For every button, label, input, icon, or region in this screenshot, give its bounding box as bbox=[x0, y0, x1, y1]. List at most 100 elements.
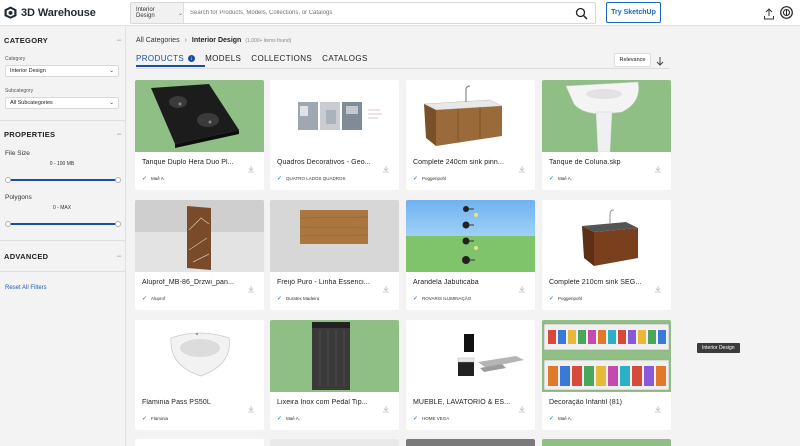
polygons-slider[interactable] bbox=[5, 221, 121, 227]
product-thumbnail[interactable] bbox=[135, 320, 264, 392]
product-thumbnail[interactable] bbox=[406, 80, 535, 152]
reset-filters-link[interactable]: Reset All Filters bbox=[5, 285, 47, 291]
product-card[interactable]: MUEBLE, LAVATORIO & ES... ✓ HOME VEGA bbox=[406, 320, 535, 430]
product-author[interactable]: ✓ Maê A. bbox=[549, 415, 572, 422]
product-thumbnail[interactable] bbox=[135, 200, 264, 272]
slider-max-handle[interactable] bbox=[115, 221, 121, 227]
download-icon[interactable] bbox=[654, 280, 662, 293]
product-thumbnail[interactable] bbox=[270, 80, 399, 152]
product-card[interactable]: Tanque Duplo Hera Duo Pl... ✓ Maê A. bbox=[135, 80, 264, 190]
tab-models[interactable]: MODELS bbox=[205, 54, 241, 67]
product-author[interactable]: ✓ QUATRO LADOS QUADROS bbox=[277, 175, 345, 182]
product-title[interactable]: Aluprof_MB-86_Drzwi_pan... bbox=[142, 279, 242, 286]
product-title[interactable]: Tanque Duplo Hera Duo Pl... bbox=[142, 159, 242, 166]
tab-collections[interactable]: COLLECTIONS bbox=[251, 54, 312, 67]
tab-catalogs[interactable]: CATALOGS bbox=[322, 54, 368, 67]
product-card[interactable]: Complete 210cm sink SEG... ✓ Poggenpohl bbox=[542, 200, 671, 310]
product-author[interactable]: ✓ Poggenpohl bbox=[413, 175, 446, 182]
product-author[interactable]: ✓ Aluprof bbox=[142, 295, 165, 302]
product-thumbnail[interactable] bbox=[542, 80, 671, 152]
product-author[interactable]: ✓ Poggenpohl bbox=[549, 295, 582, 302]
divider bbox=[0, 120, 126, 121]
product-author[interactable]: ✓ Maê A. bbox=[277, 415, 300, 422]
author-name: Maê A. bbox=[286, 416, 301, 421]
product-author[interactable]: ✓ Duratex Madeira bbox=[277, 295, 319, 302]
product-card[interactable] bbox=[270, 439, 399, 446]
download-icon[interactable] bbox=[382, 160, 390, 173]
product-thumbnail[interactable] bbox=[542, 200, 671, 272]
verified-check-icon: ✓ bbox=[142, 296, 148, 302]
author-name: Poggenpohl bbox=[558, 296, 583, 301]
product-title[interactable]: Lixeira Inox com Pedal Tip... bbox=[277, 399, 377, 406]
properties-section-header[interactable]: PROPERTIES − bbox=[4, 129, 122, 139]
slider-min-handle[interactable] bbox=[5, 221, 11, 227]
download-icon[interactable] bbox=[654, 160, 662, 173]
product-thumbnail[interactable] bbox=[135, 80, 264, 152]
slider-max-handle[interactable] bbox=[115, 177, 121, 183]
try-sketchup-button[interactable]: Try SketchUp bbox=[606, 2, 661, 23]
category-section-header[interactable]: CATEGORY − bbox=[4, 35, 122, 45]
download-icon[interactable] bbox=[382, 280, 390, 293]
product-card[interactable]: Complete 240cm sink pinn... ✓ Poggenpohl bbox=[406, 80, 535, 190]
download-icon[interactable] bbox=[654, 400, 662, 413]
product-card[interactable] bbox=[406, 439, 535, 446]
author-name: Flaminia bbox=[151, 416, 169, 421]
product-card[interactable] bbox=[135, 439, 264, 446]
download-icon[interactable] bbox=[247, 160, 255, 173]
download-icon[interactable] bbox=[518, 160, 526, 173]
subcategory-select[interactable]: All Subcategories ⌄ bbox=[5, 97, 119, 109]
download-icon[interactable] bbox=[247, 280, 255, 293]
product-author[interactable]: ✓ Maê A. bbox=[142, 175, 165, 182]
product-thumbnail[interactable] bbox=[270, 320, 399, 392]
sort-direction-icon[interactable] bbox=[655, 54, 665, 66]
product-title[interactable]: Complete 210cm sink SEG... bbox=[549, 279, 649, 286]
download-icon[interactable] bbox=[518, 400, 526, 413]
tab-products[interactable]: PRODUCTS i bbox=[136, 54, 206, 67]
author-name: Maê A. bbox=[558, 176, 573, 181]
product-card[interactable]: Lixeira Inox com Pedal Tip... ✓ Maê A. bbox=[270, 320, 399, 430]
product-author[interactable]: ✓ HOME VEGA bbox=[413, 415, 449, 422]
product-thumbnail[interactable] bbox=[542, 320, 671, 392]
logo[interactable]: 3D Warehouse bbox=[4, 6, 126, 19]
product-card[interactable]: Arandela Jabuticaba ✓ ROVARIS ILUMINAÇÃO bbox=[406, 200, 535, 310]
product-title[interactable]: MUEBLE, LAVATORIO & ES... bbox=[413, 399, 513, 406]
product-author[interactable]: ✓ ROVARIS ILUMINAÇÃO bbox=[413, 295, 471, 302]
verified-check-icon: ✓ bbox=[413, 416, 419, 422]
product-thumbnail[interactable] bbox=[406, 200, 535, 272]
download-icon[interactable] bbox=[518, 280, 526, 293]
advanced-section-header[interactable]: ADVANCED − bbox=[4, 251, 122, 261]
account-icon[interactable] bbox=[780, 6, 793, 19]
product-title[interactable]: Arandela Jabuticaba bbox=[413, 279, 513, 286]
product-author[interactable]: ✓ Maê A. bbox=[549, 175, 572, 182]
product-author[interactable]: ✓ Flaminia bbox=[142, 415, 168, 422]
search-input[interactable] bbox=[184, 3, 571, 23]
product-card[interactable]: Quadros Decorativos - Geo... ✓ QUATRO LAD… bbox=[270, 80, 399, 190]
sort-select[interactable]: Relevance bbox=[614, 53, 651, 67]
breadcrumb-root[interactable]: All Categories bbox=[136, 37, 180, 44]
product-title[interactable]: Decoração Infantil (81) bbox=[549, 399, 649, 406]
category-select[interactable]: Interior Design ⌄ bbox=[5, 65, 119, 77]
product-title[interactable]: Complete 240cm sink pinn... bbox=[413, 159, 513, 166]
product-thumbnail[interactable] bbox=[270, 200, 399, 272]
slider-min-handle[interactable] bbox=[5, 177, 11, 183]
product-title[interactable]: Tanque de Coluna.skp bbox=[549, 159, 649, 166]
product-title[interactable]: Quadros Decorativos - Geo... bbox=[277, 159, 377, 166]
product-card[interactable]: Aluprof_MB-86_Drzwi_pan... ✓ Aluprof bbox=[135, 200, 264, 310]
file-size-slider[interactable] bbox=[5, 177, 121, 183]
product-card[interactable]: Freijó Puro - Linha Essenci... ✓ Duratex … bbox=[270, 200, 399, 310]
product-title[interactable]: Freijó Puro - Linha Essenci... bbox=[277, 279, 377, 286]
product-thumbnail[interactable] bbox=[406, 320, 535, 392]
product-card[interactable]: Tanque de Coluna.skp ✓ Maê A. bbox=[542, 80, 671, 190]
product-card[interactable]: Flaminia Pass PS50L ✓ Flaminia bbox=[135, 320, 264, 430]
tabs-underline bbox=[136, 68, 670, 69]
product-title[interactable]: Flaminia Pass PS50L bbox=[142, 399, 242, 406]
download-icon[interactable] bbox=[247, 400, 255, 413]
breadcrumb: All Categories › Interior Design (1,000+… bbox=[136, 37, 291, 44]
upload-icon[interactable] bbox=[763, 7, 775, 20]
product-card[interactable]: Decoração Infantil (81) ✓ Maê A. bbox=[542, 320, 671, 430]
category-heading: CATEGORY bbox=[4, 35, 49, 45]
download-icon[interactable] bbox=[382, 400, 390, 413]
search-icon[interactable] bbox=[571, 3, 591, 23]
product-card[interactable] bbox=[542, 439, 671, 446]
search-category-select[interactable]: Interior Design ⌄ bbox=[131, 3, 184, 23]
